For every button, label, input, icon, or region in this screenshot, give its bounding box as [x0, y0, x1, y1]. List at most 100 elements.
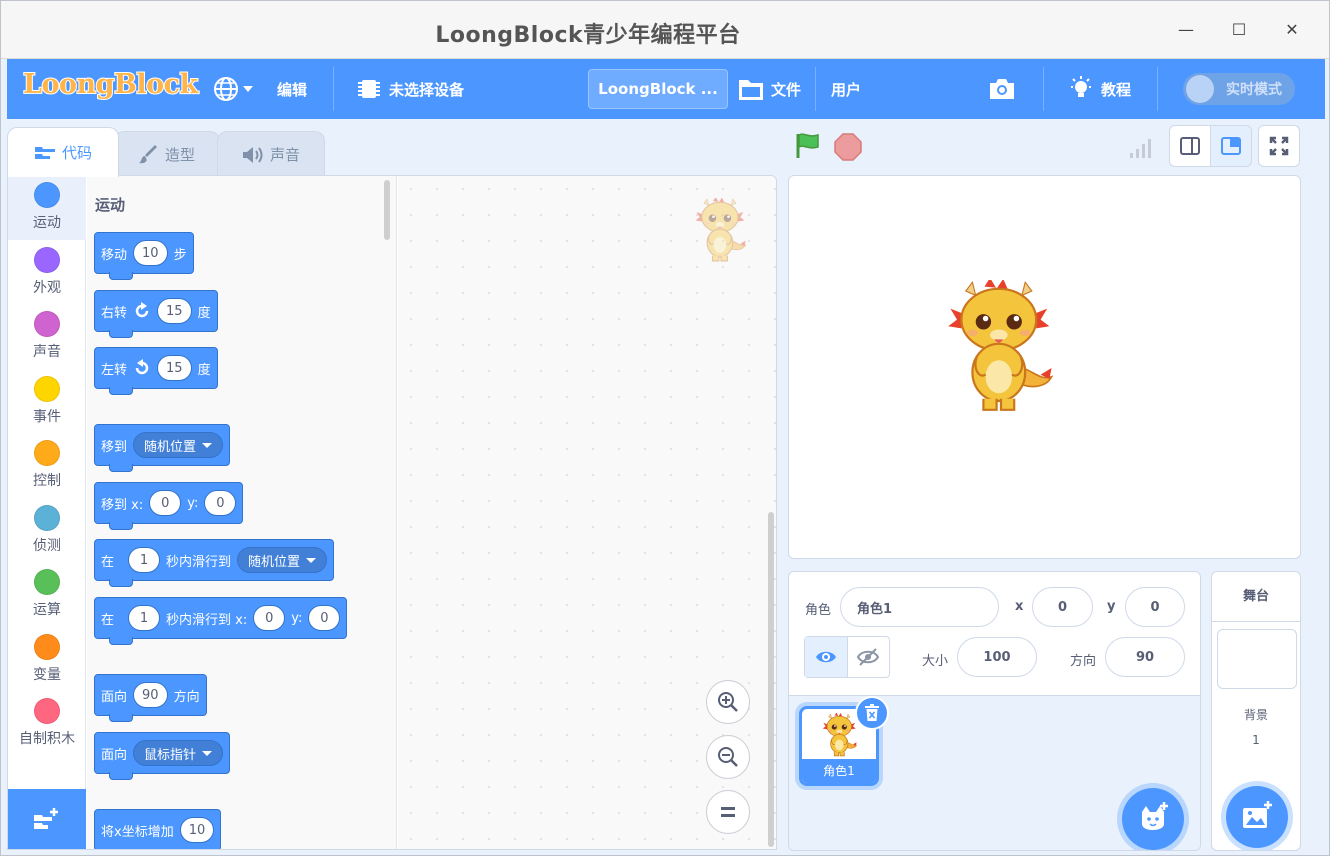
x-input[interactable]: 0 [1032, 587, 1093, 627]
zoom-out-button[interactable] [706, 735, 750, 779]
block-turn-right[interactable]: 右转 15 度 [94, 290, 218, 338]
block-move-steps[interactable]: 移动 10 步 [94, 232, 194, 280]
window-titlebar: LoongBlock青少年编程平台 — ☐ ✕ [1, 1, 1329, 59]
block-input[interactable]: 15 [157, 355, 192, 381]
block-input[interactable]: 15 [157, 298, 192, 324]
stage-canvas[interactable] [788, 175, 1301, 559]
block-goto[interactable]: 移到 随机位置 [94, 424, 231, 472]
block-text: 秒内滑行到 [166, 554, 232, 570]
add-sprite-button[interactable] [1122, 788, 1184, 850]
category-item[interactable]: 运算 [8, 563, 86, 627]
block-text: y: [291, 610, 303, 626]
file-menu[interactable]: 文件 [737, 59, 801, 119]
block-input[interactable]: 1 [128, 547, 161, 573]
language-button[interactable] [213, 59, 253, 119]
code-area: 运动 外观 声音 事件 控制 侦测 运算 变量 自制积木 运动 移动 10 步 右转 15 度 … [7, 175, 777, 850]
block-text: 面向 [101, 689, 128, 705]
large-stage-icon [1221, 137, 1241, 155]
block-dropdown[interactable]: 鼠标指针 [133, 740, 224, 766]
user-menu[interactable]: 用户 [831, 59, 861, 119]
block-turn-left[interactable]: 左转 15 度 [94, 347, 218, 395]
category-label: 自制积木 [19, 731, 75, 747]
tab-sound[interactable]: 声音 [217, 131, 325, 177]
size-input[interactable]: 100 [957, 637, 1037, 677]
block-dropdown[interactable]: 随机位置 [237, 547, 328, 573]
sprite-thumbnail-label: 角色1 [802, 759, 876, 783]
block-input[interactable]: 0 [308, 605, 341, 631]
tutorial-label: 教程 [1101, 80, 1132, 99]
direction-input[interactable]: 90 [1105, 637, 1185, 677]
block-input[interactable]: 10 [179, 817, 215, 843]
lightbulb-icon [1071, 76, 1091, 97]
block-input[interactable]: 90 [133, 682, 168, 708]
backdrop-label: 背景 [1243, 708, 1268, 722]
category-color-dot [34, 504, 60, 531]
tab-costume[interactable]: 造型 [114, 131, 220, 177]
category-item[interactable]: 声音 [8, 305, 86, 369]
block-input[interactable]: 0 [149, 490, 182, 516]
hide-sprite-button[interactable] [848, 637, 890, 677]
sprite-thumbnail-image [822, 713, 857, 757]
block-dropdown[interactable]: 随机位置 [133, 432, 224, 458]
stage-title: 舞台 [1212, 572, 1300, 622]
block-text: 将x坐标增加 [101, 824, 174, 840]
minimize-icon[interactable]: — [1171, 15, 1201, 45]
block-change-x[interactable]: 将x坐标增加 10 [94, 809, 222, 849]
category-label: 事件 [33, 408, 61, 425]
zoom-reset-button[interactable] [706, 790, 750, 834]
backdrop-count: 1 [1252, 733, 1260, 747]
block-input[interactable]: 0 [204, 490, 237, 516]
block-point-direction[interactable]: 面向 90 方向 [94, 674, 207, 722]
category-item[interactable]: 自制积木 [8, 692, 86, 756]
block-glide-to[interactable]: 在 1 秒内滑行到 随机位置 [94, 539, 335, 587]
block-goto-xy[interactable]: 移到 x: 0 y: 0 [94, 482, 244, 530]
fullscreen-button[interactable] [1258, 125, 1300, 167]
realtime-mode-toggle[interactable]: 实时模式 [1183, 73, 1295, 105]
block-point-towards[interactable]: 面向 鼠标指针 [94, 732, 231, 780]
block-input[interactable]: 0 [253, 605, 286, 631]
block-text: 移到 [101, 439, 128, 455]
edit-menu[interactable]: 编辑 [277, 59, 307, 119]
visibility-toggle [804, 636, 890, 678]
green-flag-icon[interactable] [794, 132, 822, 160]
sprite-name-input[interactable]: 角色1 [840, 587, 999, 627]
palette-scrollbar[interactable] [384, 180, 390, 240]
small-stage-button[interactable] [1169, 125, 1211, 167]
tutorial-menu[interactable]: 教程 [1069, 59, 1131, 119]
block-input[interactable]: 1 [128, 605, 161, 631]
app-logo: LoongBlock [22, 68, 199, 101]
category-item[interactable]: 外观 [8, 241, 86, 305]
category-item[interactable]: 事件 [8, 370, 86, 434]
close-icon[interactable]: ✕ [1277, 15, 1307, 45]
block-text: 度 [197, 305, 211, 321]
tab-code[interactable]: 代码 [7, 127, 119, 177]
large-stage-button[interactable] [1210, 125, 1252, 167]
dragon-sprite-image[interactable] [943, 280, 1059, 412]
y-input[interactable]: 0 [1125, 587, 1185, 627]
block-glide-xy[interactable]: 在 1 秒内滑行到 x: 0 y: 0 [94, 597, 348, 645]
category-item[interactable]: 侦测 [8, 499, 86, 563]
add-backdrop-button[interactable] [1226, 786, 1288, 848]
delete-sprite-button[interactable] [855, 696, 889, 730]
maximize-icon[interactable]: ☐ [1224, 15, 1254, 45]
y-label: y [1107, 599, 1116, 614]
add-extension-button[interactable] [8, 789, 86, 849]
block-input[interactable]: 10 [133, 240, 168, 266]
workspace-scrollbar[interactable] [768, 512, 774, 847]
category-item[interactable]: 控制 [8, 434, 86, 498]
category-item[interactable]: 变量 [8, 628, 86, 692]
category-color-dot [34, 311, 60, 337]
stop-icon[interactable] [834, 133, 862, 161]
block-text: y: [187, 495, 199, 511]
zoom-in-button[interactable] [706, 680, 750, 724]
stage-selector-pane[interactable]: 舞台 背景 1 [1211, 571, 1301, 851]
category-item[interactable]: 运动 [8, 176, 86, 240]
screenshot-button[interactable] [988, 59, 1016, 119]
block-text: 移到 x: [101, 497, 144, 513]
device-menu[interactable]: 未选择设备 [357, 59, 464, 119]
show-sprite-button[interactable] [805, 637, 848, 677]
palette-section-title: 运动 [95, 196, 126, 214]
project-title-input[interactable]: LoongBlock ... [588, 69, 728, 109]
rotate-right-icon [135, 302, 149, 318]
backdrop-thumbnail[interactable] [1217, 629, 1297, 689]
